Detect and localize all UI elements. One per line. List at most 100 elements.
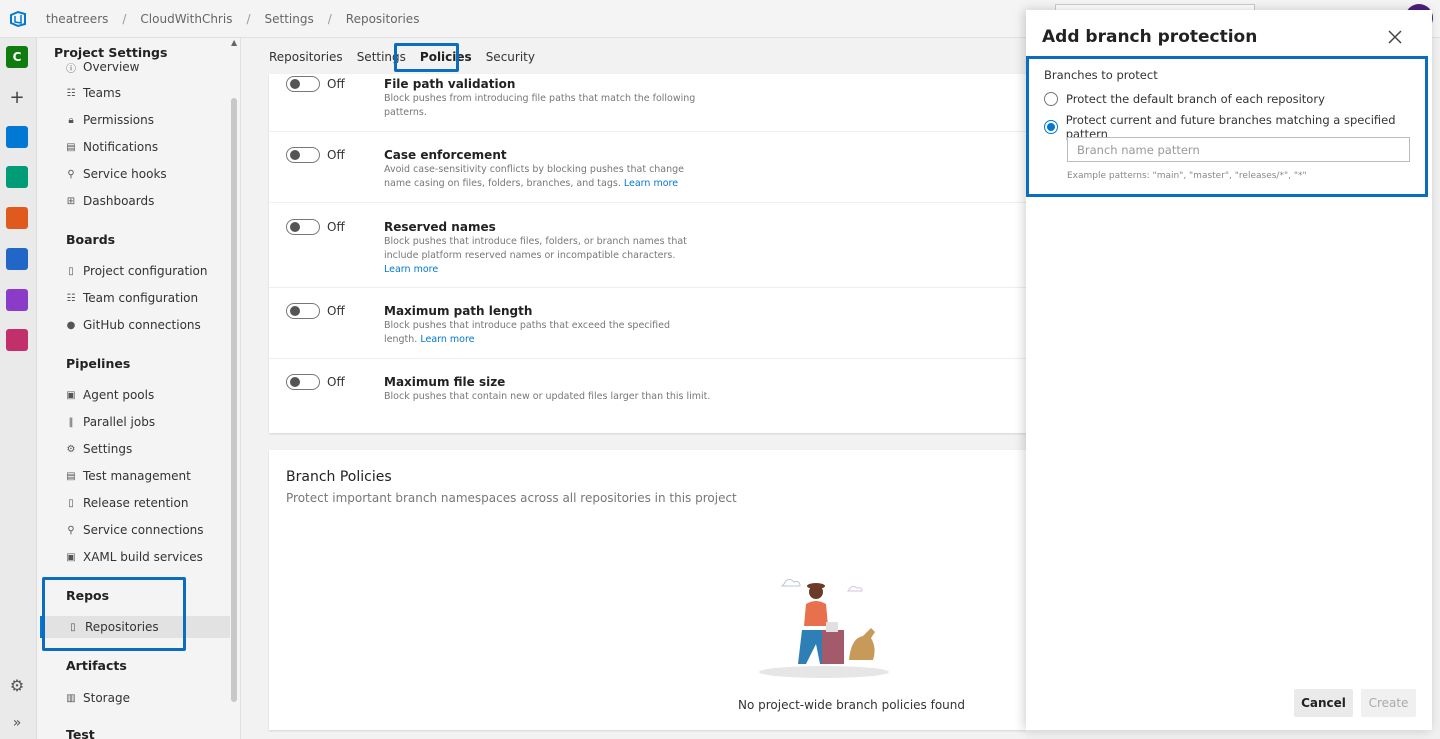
nav-item-label: Service hooks	[83, 167, 167, 181]
boards-icon[interactable]	[6, 166, 28, 188]
team-config-icon: ☷	[66, 292, 76, 304]
overview-icon: ⓘ	[66, 63, 76, 75]
nav-item-label: Teams	[83, 86, 121, 100]
nav-item-label: Storage	[83, 691, 130, 705]
nav-item-label: GitHub connections	[83, 318, 201, 332]
policy-title: Maximum file size	[384, 375, 506, 389]
nav-item-parallel-jobs[interactable]: ‖ Parallel jobs	[65, 411, 156, 433]
learn-more-link[interactable]: Learn more	[624, 178, 678, 189]
policy-description: Block pushes from introducing file paths…	[384, 92, 704, 120]
create-button[interactable]: Create	[1361, 689, 1416, 717]
tab-security[interactable]: Security	[486, 50, 535, 64]
toggle-state: Off	[327, 304, 345, 318]
policy-toggle[interactable]	[286, 219, 320, 235]
learn-more-link[interactable]: Learn more	[420, 334, 474, 345]
nav-item-label: Team configuration	[83, 291, 199, 305]
azure-devops-logo-icon[interactable]	[0, 10, 36, 28]
nav-item-release-retention[interactable]: ▯ Release retention	[65, 492, 188, 514]
pipelines-icon[interactable]	[6, 248, 28, 270]
nav-scrollbar[interactable]	[231, 98, 237, 702]
option-default-branch-label: Protect the default branch of each repos…	[1066, 92, 1325, 106]
repository-policies-card: Off File path validation Block pushes fr…	[269, 74, 1026, 433]
toggle-state: Off	[327, 220, 345, 234]
nav-group-artifacts: Artifacts	[66, 658, 127, 673]
toggle-state: Off	[327, 148, 345, 162]
policy-row: Off Reserved names Block pushes that int…	[269, 203, 1026, 288]
repos-icon[interactable]	[6, 207, 28, 229]
option-default-branch[interactable]: Protect the default branch of each repos…	[1044, 92, 1325, 106]
policy-description: Avoid case-sensitivity conflicts by bloc…	[384, 163, 704, 191]
nav-item-overview[interactable]: ⓘ Overview	[65, 56, 140, 78]
nav-item-permissions[interactable]: 🔒︎ Permissions	[65, 109, 154, 131]
expand-chevron-icon[interactable]: »	[6, 712, 28, 734]
branch-name-pattern-input[interactable]	[1067, 137, 1410, 162]
policy-row: Off Maximum path length Block pushes tha…	[269, 288, 1026, 359]
nav-item-storage[interactable]: ▥ Storage	[65, 687, 130, 709]
nav-item-dashboards[interactable]: ⊞ Dashboards	[65, 190, 155, 212]
breadcrumb-separator: /	[327, 11, 332, 26]
branches-to-protect-label: Branches to protect	[1044, 68, 1158, 82]
project-avatar-icon[interactable]: C	[6, 46, 28, 68]
nav-item-service-connections[interactable]: ⚲ Service connections	[65, 519, 203, 541]
dashboard-icon: ⊞	[66, 195, 76, 207]
main-content: Repositories Settings Policies Security …	[241, 38, 1026, 739]
document-icon: ▯	[68, 265, 74, 277]
gear-icon: ⚙	[66, 443, 76, 455]
policy-toggle[interactable]	[286, 147, 320, 163]
nav-item-label: Permissions	[83, 113, 154, 127]
build-icon: ▣	[66, 551, 76, 563]
storage-icon: ▥	[66, 692, 76, 704]
nav-item-label: XAML build services	[83, 550, 203, 564]
breadcrumb-separator: /	[246, 11, 251, 26]
radio-default-branch[interactable]	[1044, 92, 1058, 106]
radio-pattern-branches[interactable]	[1044, 120, 1058, 134]
nav-item-settings[interactable]: ⚙ Settings	[65, 438, 133, 460]
policy-description: Block pushes that introduce paths that e…	[384, 319, 704, 347]
nav-item-service-hooks[interactable]: ⚲ Service hooks	[65, 163, 167, 185]
panel-title: Add branch protection	[1042, 27, 1258, 47]
policy-toggle[interactable]	[286, 303, 320, 319]
nav-item-team-configuration[interactable]: ☷ Team configuration	[65, 287, 199, 309]
nav-item-label: Release retention	[83, 496, 189, 510]
branch-policies-card: Branch Policies Protect important branch…	[269, 450, 1026, 730]
learn-more-link[interactable]: Learn more	[384, 264, 438, 275]
nav-item-test-management[interactable]: ▤ Test management	[65, 465, 191, 487]
policy-description: Block pushes that introduce files, folde…	[384, 235, 704, 277]
policy-row: Off Case enforcement Avoid case-sensitiv…	[269, 132, 1026, 203]
plug-icon: ⚲	[67, 524, 75, 536]
hook-icon: ⚲	[67, 168, 75, 180]
nav-item-label: Parallel jobs	[83, 415, 156, 429]
nav-item-notifications[interactable]: ▤ Notifications	[65, 136, 158, 158]
close-icon[interactable]	[1386, 28, 1404, 46]
nav-item-project-configuration[interactable]: ▯ Project configuration	[65, 260, 207, 282]
nav-item-xaml-build-services[interactable]: ▣ XAML build services	[65, 546, 203, 568]
plus-icon[interactable]: +	[6, 86, 28, 108]
nav-item-teams[interactable]: ☷ Teams	[65, 82, 121, 104]
overview-icon[interactable]	[6, 126, 28, 148]
empty-state-message: No project-wide branch policies found	[738, 698, 966, 712]
policy-toggle[interactable]	[286, 76, 320, 92]
cancel-button[interactable]: Cancel	[1294, 689, 1353, 717]
policy-row: Off File path validation Block pushes fr…	[269, 74, 1026, 132]
nav-item-label: Dashboards	[83, 194, 155, 208]
phone-icon: ▯	[68, 497, 74, 509]
artifacts-icon[interactable]	[6, 329, 28, 351]
nav-item-github-connections[interactable]: ● GitHub connections	[65, 314, 201, 336]
gear-icon[interactable]: ⚙	[6, 674, 28, 696]
breadcrumb-settings[interactable]: Settings	[265, 12, 314, 26]
scroll-up-icon[interactable]: ▲	[231, 38, 237, 47]
breadcrumb-repositories[interactable]: Repositories	[346, 12, 420, 26]
nav-item-agent-pools[interactable]: ▣ Agent pools	[65, 384, 154, 406]
policy-description-text: Block pushes that introduce files, folde…	[384, 236, 687, 261]
tab-repositories[interactable]: Repositories	[269, 50, 343, 64]
left-icon-rail: C + ⚙ »	[0, 38, 37, 739]
nav-group-test: Test	[66, 727, 95, 739]
test-plans-icon[interactable]	[6, 289, 28, 311]
policy-description-text: Block pushes from introducing file paths…	[384, 93, 696, 118]
breadcrumb: theatreers / CloudWithChris / Settings /…	[46, 12, 419, 26]
policy-title: Case enforcement	[384, 148, 507, 162]
breadcrumb-org[interactable]: theatreers	[46, 12, 108, 26]
policy-description: Block pushes that contain new or updated…	[384, 390, 764, 404]
breadcrumb-project[interactable]: CloudWithChris	[140, 12, 232, 26]
policy-toggle[interactable]	[286, 374, 320, 390]
